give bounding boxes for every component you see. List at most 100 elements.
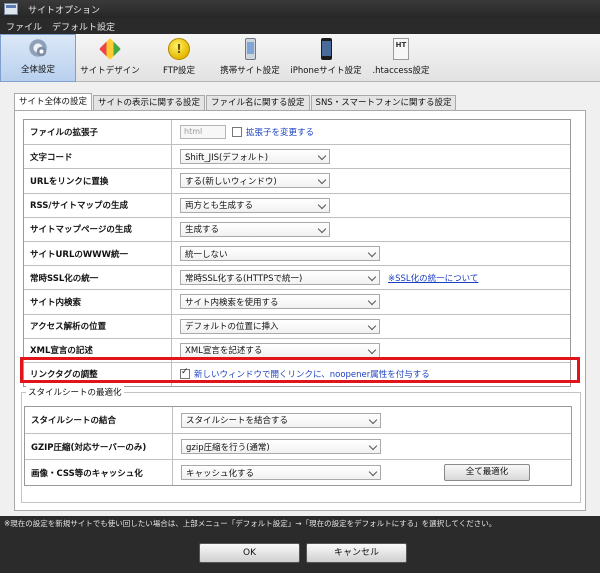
- setting-row-search: サイト内検索 サイト内検索を使用する: [24, 289, 570, 314]
- select-value: 常時SSL化する(HTTPSで統一): [185, 273, 303, 284]
- setting-row-analytics: アクセス解析の位置 デフォルトの位置に挿入: [24, 313, 570, 338]
- analytics-select[interactable]: デフォルトの位置に挿入: [180, 318, 380, 334]
- chevron-down-icon: [367, 297, 377, 306]
- chevron-down-icon: [317, 224, 327, 234]
- stylesheet-table: スタイルシートの結合 スタイルシートを結合する GZIP圧縮(対応サーバーのみ)…: [24, 406, 572, 486]
- ssl-select[interactable]: 常時SSL化する(HTTPSで統一): [180, 270, 380, 286]
- mobile-icon: [244, 38, 256, 60]
- chevron-down-icon: [367, 248, 377, 258]
- ftp-icon: [168, 38, 190, 60]
- extension-input[interactable]: html: [180, 125, 226, 140]
- footer: ※現在の設定を新規サイトでも使い回したい場合は、上部メニュー「デフォルト設定」→…: [0, 516, 600, 573]
- title-bar: サイトオプション: [0, 0, 600, 18]
- select-value: スタイルシートを結合する: [186, 416, 289, 426]
- setting-label: アクセス解析の位置: [24, 314, 172, 338]
- settings-table: ファイルの拡張子 html 拡張子を変更する 文字コード Shift_JIS(デ…: [23, 119, 571, 388]
- chevron-down-icon: [368, 467, 378, 477]
- sitemap-page-select[interactable]: 生成する: [180, 221, 330, 237]
- search-select[interactable]: サイト内検索を使用する: [180, 294, 380, 310]
- charset-select[interactable]: Shift_JIS(デフォルト): [180, 149, 330, 165]
- toolbar-label: 全体設定: [20, 65, 55, 75]
- select-value: XML宣言を記述する: [185, 346, 263, 357]
- menu-default-settings[interactable]: デフォルト設定: [52, 20, 115, 33]
- toolbar-label: 携帯サイト設定: [220, 66, 280, 76]
- setting-label: サイトマップページの生成: [24, 217, 172, 241]
- setting-row-cache: 画像・CSS等のキャッシュ化 キャッシュ化する 全て最適化: [25, 459, 571, 485]
- tab-site-wide[interactable]: サイト全体の設定: [14, 93, 93, 110]
- toolbar-label: サイトデザイン: [80, 66, 140, 76]
- toolbar-site-design[interactable]: サイトデザイン: [76, 34, 144, 82]
- setting-row-rss: RSS/サイトマップの生成 両方とも生成する: [24, 192, 570, 217]
- setting-row-ssl: 常時SSL化の統一 常時SSL化する(HTTPSで統一) ※SSL化の統一につい…: [24, 265, 570, 290]
- group-legend: スタイルシートの最適化: [26, 386, 124, 398]
- toolbar: 全体設定 サイトデザイン FTP設定 携帯サイト設定 iPhoneサイト設定 H…: [0, 34, 600, 82]
- toolbar-label: iPhoneサイト設定: [290, 66, 362, 76]
- setting-label: サイトURLのWWW統一: [24, 241, 172, 266]
- select-value: gzip圧縮を行う(通常): [186, 442, 270, 453]
- toolbar-iphone-settings[interactable]: iPhoneサイト設定: [286, 34, 366, 82]
- www-select[interactable]: 統一しない: [180, 246, 380, 262]
- toolbar-ftp-settings[interactable]: FTP設定: [144, 34, 214, 82]
- select-value: 統一しない: [185, 249, 228, 260]
- change-extension-checkbox[interactable]: [232, 127, 242, 138]
- chevron-down-icon: [368, 441, 378, 451]
- chevron-down-icon: [368, 415, 378, 424]
- chevron-down-icon: [317, 176, 327, 185]
- select-value: デフォルトの位置に挿入: [185, 322, 279, 333]
- setting-label: 画像・CSS等のキャッシュ化: [25, 460, 173, 485]
- settings-panel: サイト全体の設定 サイトの表示に関する設定 ファイル名に関する設定 SNS・スマ…: [0, 82, 600, 516]
- setting-label: URLをリンクに置換: [24, 169, 172, 193]
- chevron-down-icon: [317, 152, 327, 161]
- combine-select[interactable]: スタイルシートを結合する: [181, 412, 381, 428]
- tab-display[interactable]: サイトの表示に関する設定: [93, 95, 206, 110]
- menu-file[interactable]: ファイル: [6, 20, 42, 33]
- url-link-select[interactable]: する(新しいウィンドウ): [180, 173, 330, 189]
- select-value: する(新しいウィンドウ): [185, 176, 277, 187]
- setting-row-extension: ファイルの拡張子 html 拡張子を変更する: [24, 120, 570, 145]
- rss-select[interactable]: 両方とも生成する: [180, 197, 330, 213]
- window-title: サイトオプション: [28, 5, 101, 16]
- setting-row-sitemap-page: サイトマップページの生成 生成する: [24, 216, 570, 241]
- select-value: Shift_JIS(デフォルト): [185, 152, 269, 163]
- toolbar-general-settings[interactable]: 全体設定: [0, 34, 76, 82]
- iphone-icon: [320, 38, 332, 60]
- chevron-down-icon: [367, 272, 377, 282]
- ok-button[interactable]: OK: [199, 543, 300, 563]
- setting-row-gzip: GZIP圧縮(対応サーバーのみ) gzip圧縮を行う(通常): [25, 433, 571, 459]
- footer-note: ※現在の設定を新規サイトでも使い回したい場合は、上部メニュー「デフォルト設定」→…: [4, 519, 497, 528]
- tab-sns-smartphone[interactable]: SNS・スマートフォンに関する設定: [310, 95, 457, 110]
- ssl-info-link[interactable]: ※SSL化の統一について: [388, 272, 478, 284]
- cancel-button[interactable]: キャンセル: [306, 543, 407, 563]
- select-value: 生成する: [185, 225, 220, 236]
- tab-strip: サイト全体の設定 サイトの表示に関する設定 ファイル名に関する設定 SNS・スマ…: [14, 93, 457, 110]
- tab-content: ファイルの拡張子 html 拡張子を変更する 文字コード Shift_JIS(デ…: [14, 110, 586, 511]
- gear-icon: [27, 37, 49, 59]
- setting-label: スタイルシートの結合: [25, 407, 173, 433]
- toolbar-mobile-settings[interactable]: 携帯サイト設定: [214, 34, 286, 82]
- setting-row-www: サイトURLのWWW統一 統一しない: [24, 240, 570, 266]
- cache-select[interactable]: キャッシュ化する: [181, 465, 381, 480]
- select-value: キャッシュ化する: [186, 468, 255, 479]
- select-value: 両方とも生成する: [185, 201, 254, 212]
- setting-label: RSS/サイトマップの生成: [24, 193, 172, 217]
- highlight-box: [20, 357, 580, 383]
- chevron-down-icon: [367, 321, 377, 330]
- select-value: サイト内検索を使用する: [185, 297, 279, 308]
- setting-row-combine: スタイルシートの結合 スタイルシートを結合する: [25, 407, 571, 433]
- setting-label: 文字コード: [24, 145, 172, 169]
- design-icon: [99, 38, 121, 60]
- xml-select[interactable]: XML宣言を記述する: [180, 342, 380, 358]
- change-extension-label[interactable]: 拡張子を変更する: [246, 126, 314, 138]
- htaccess-icon: HT: [393, 38, 409, 60]
- setting-label: 常時SSL化の統一: [24, 266, 172, 290]
- stylesheet-optimization-group: スタイルシートの最適化 スタイルシートの結合 スタイルシートを結合する GZIP…: [21, 386, 581, 503]
- gzip-select[interactable]: gzip圧縮を行う(通常): [181, 439, 381, 454]
- setting-label: サイト内検索: [24, 290, 172, 314]
- setting-label: GZIP圧縮(対応サーバーのみ): [25, 434, 173, 459]
- toolbar-htaccess-settings[interactable]: HT .htaccess設定: [366, 34, 436, 82]
- app-window-icon: [4, 3, 18, 15]
- optimize-all-button[interactable]: 全て最適化: [444, 464, 530, 481]
- tab-filename[interactable]: ファイル名に関する設定: [206, 95, 310, 110]
- setting-row-charset: 文字コード Shift_JIS(デフォルト): [24, 144, 570, 169]
- toolbar-label: FTP設定: [162, 66, 196, 76]
